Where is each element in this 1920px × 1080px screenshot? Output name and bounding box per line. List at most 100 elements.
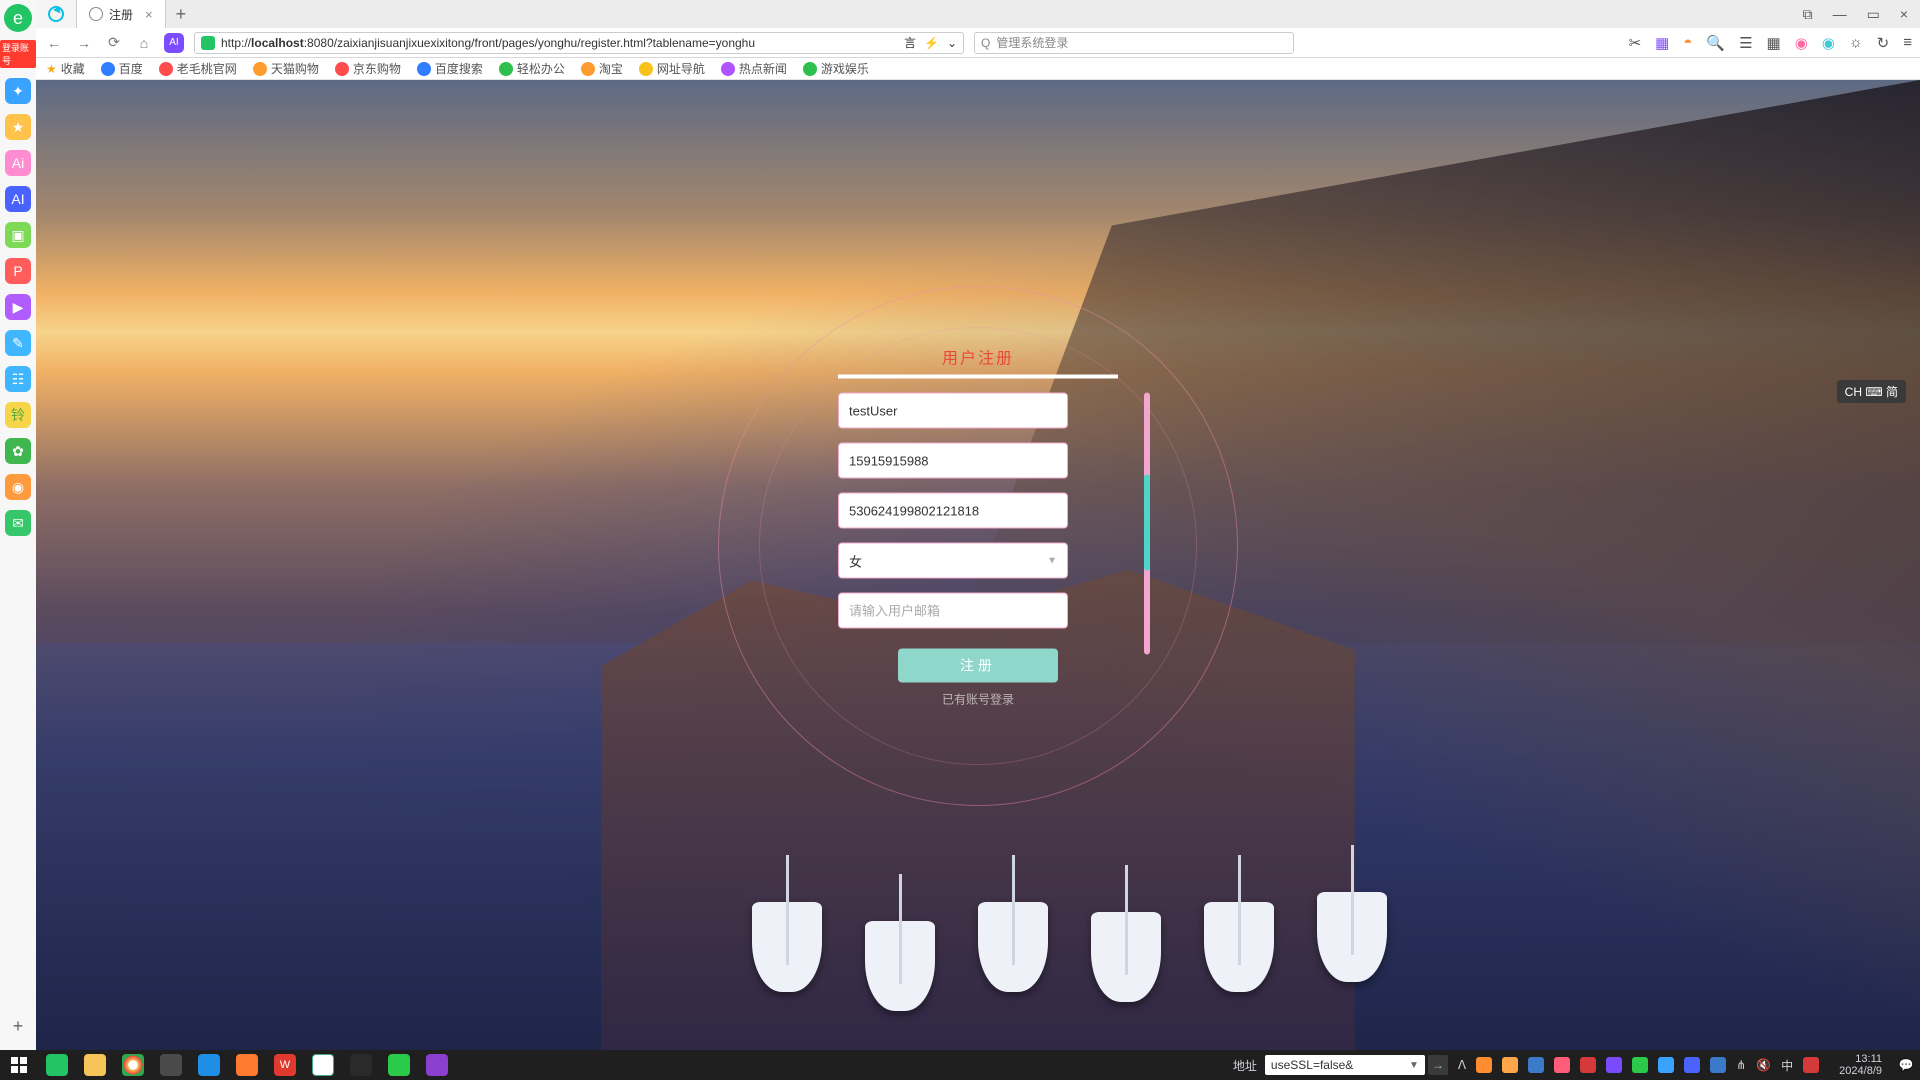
- phone-input[interactable]: [838, 443, 1068, 479]
- bookmark-baidu[interactable]: 百度: [101, 60, 143, 77]
- address-input[interactable]: http://localhost:8080/zaixianjisuanjixue…: [194, 32, 964, 54]
- action-center-icon[interactable]: 💬: [1892, 1058, 1920, 1072]
- dock-app-8[interactable]: ✎: [5, 330, 31, 356]
- tray-icon-10[interactable]: [1710, 1057, 1726, 1073]
- tray-icon-3[interactable]: [1528, 1057, 1544, 1073]
- dock-add-icon[interactable]: +: [13, 1016, 24, 1037]
- tray-icon-9[interactable]: [1684, 1057, 1700, 1073]
- dock-app-9[interactable]: ☷: [5, 366, 31, 392]
- task-app-explorer[interactable]: [76, 1050, 114, 1080]
- form-scrollbar[interactable]: [1144, 393, 1150, 655]
- tray-icon-7[interactable]: [1632, 1057, 1648, 1073]
- url-dropdown-icon[interactable]: ⌄: [947, 36, 957, 50]
- tray-icon-sogou[interactable]: [1803, 1057, 1819, 1073]
- email-input[interactable]: [838, 593, 1068, 629]
- tab-register[interactable]: 注册 ×: [77, 0, 166, 28]
- reload-dropdown-icon[interactable]: ↻: [1877, 34, 1890, 52]
- bookmark-games[interactable]: 游戏娱乐: [803, 60, 869, 77]
- dock-app-3[interactable]: Ai: [5, 150, 31, 176]
- taskbar-clock[interactable]: 13:11 2024/8/9: [1829, 1053, 1892, 1077]
- dock-app-11[interactable]: ✿: [5, 438, 31, 464]
- tray-icon-8[interactable]: [1658, 1057, 1674, 1073]
- zoom-icon[interactable]: 🔍: [1706, 34, 1725, 52]
- dock-app-2[interactable]: ★: [5, 114, 31, 140]
- scissor-icon[interactable]: ✂: [1629, 34, 1642, 52]
- tray-expand-icon[interactable]: ᐱ: [1458, 1058, 1466, 1072]
- bookmark-jd[interactable]: 京东购物: [335, 60, 401, 77]
- login-link[interactable]: 已有账号登录: [838, 691, 1118, 708]
- clock-time: 13:11: [1839, 1053, 1882, 1065]
- login-badge[interactable]: 登录账号: [0, 40, 36, 68]
- tab-home[interactable]: [36, 0, 77, 28]
- browser-logo-icon[interactable]: e: [4, 4, 32, 32]
- dock-app-4[interactable]: AI: [5, 186, 31, 212]
- dock-app-10[interactable]: 铃: [5, 402, 31, 428]
- nav-home-icon[interactable]: ⌂: [134, 33, 154, 53]
- start-button[interactable]: [0, 1050, 38, 1080]
- sidepanel-icon[interactable]: ☰: [1739, 34, 1752, 52]
- dock-app-13[interactable]: ✉: [5, 510, 31, 536]
- window-extension-icon[interactable]: ⧉: [1803, 6, 1813, 23]
- tray-ime-icon[interactable]: 中: [1781, 1057, 1793, 1074]
- dock-app-5[interactable]: ▣: [5, 222, 31, 248]
- lightning-icon[interactable]: ⚡: [924, 36, 939, 50]
- bookmark-news[interactable]: 热点新闻: [721, 60, 787, 77]
- bookmark-office[interactable]: 轻松办公: [499, 60, 565, 77]
- apps-grid-icon[interactable]: ▦: [1767, 34, 1781, 52]
- task-app-wps[interactable]: W: [266, 1050, 304, 1080]
- extensions-icon[interactable]: ▦: [1655, 34, 1669, 52]
- ime-indicator[interactable]: CH ⌨ 简: [1837, 380, 1906, 403]
- window-minimize-icon[interactable]: —: [1833, 6, 1847, 23]
- dock-app-12[interactable]: ◉: [5, 474, 31, 500]
- tab-close-icon[interactable]: ×: [145, 7, 153, 22]
- new-tab-button[interactable]: +: [166, 4, 197, 25]
- dock-app-7[interactable]: ▶: [5, 294, 31, 320]
- tray-icon-1[interactable]: [1476, 1057, 1492, 1073]
- bookmark-laomaotao[interactable]: 老毛桃官网: [159, 60, 237, 77]
- task-app-wechat[interactable]: [380, 1050, 418, 1080]
- gender-select[interactable]: 女 ▼: [838, 543, 1068, 579]
- tool-ring2-icon[interactable]: ◉: [1822, 34, 1835, 52]
- bookmark-fav[interactable]: ★收藏: [46, 60, 85, 77]
- bookmark-nav[interactable]: 网址导航: [639, 60, 705, 77]
- main-menu-icon[interactable]: ≡: [1903, 34, 1912, 51]
- nav-reload-icon[interactable]: ⟳: [104, 33, 124, 53]
- window-maximize-icon[interactable]: ▭: [1867, 6, 1880, 23]
- bookmark-bar: ★收藏 百度 老毛桃官网 天猫购物 京东购物 百度搜索 轻松办公 淘宝 网址导航…: [36, 58, 1920, 80]
- task-app-chrome[interactable]: [114, 1050, 152, 1080]
- window-close-icon[interactable]: ×: [1900, 6, 1908, 23]
- system-tray: ᐱ ⋔ 🔇 中: [1448, 1057, 1829, 1074]
- username-input[interactable]: [838, 393, 1068, 429]
- tray-icon-2[interactable]: [1502, 1057, 1518, 1073]
- task-app-360[interactable]: [38, 1050, 76, 1080]
- tray-icon-4[interactable]: [1554, 1057, 1570, 1073]
- addr-go-button[interactable]: →: [1428, 1055, 1448, 1075]
- task-app-edge[interactable]: [190, 1050, 228, 1080]
- task-app-ide[interactable]: [418, 1050, 456, 1080]
- tray-wifi-icon[interactable]: ⋔: [1736, 1058, 1746, 1072]
- addr-combobox[interactable]: useSSL=false& ▼: [1265, 1055, 1425, 1075]
- dock-app-1[interactable]: ✦: [5, 78, 31, 104]
- tray-volume-icon[interactable]: 🔇: [1756, 1058, 1771, 1072]
- search-input[interactable]: Q 管理系统登录: [974, 32, 1294, 54]
- translate-icon[interactable]: 言: [904, 34, 916, 51]
- idcard-input[interactable]: [838, 493, 1068, 529]
- task-app-sublime[interactable]: [152, 1050, 190, 1080]
- register-button[interactable]: 注册: [898, 649, 1058, 683]
- task-app-todo[interactable]: [304, 1050, 342, 1080]
- bookmark-taobao[interactable]: 淘宝: [581, 60, 623, 77]
- theme-icon[interactable]: ☼: [1849, 34, 1863, 51]
- bookmark-baidusearch[interactable]: 百度搜索: [417, 60, 483, 77]
- bookmark-tmall[interactable]: 天猫购物: [253, 60, 319, 77]
- adblock-icon[interactable]: ◓: [1683, 34, 1692, 51]
- nav-back-icon[interactable]: ←: [44, 33, 64, 53]
- task-app-video[interactable]: [342, 1050, 380, 1080]
- dock-app-6[interactable]: P: [5, 258, 31, 284]
- tool-ring1-icon[interactable]: ◉: [1795, 34, 1808, 52]
- tray-icon-5[interactable]: [1580, 1057, 1596, 1073]
- task-app-orange[interactable]: [228, 1050, 266, 1080]
- nav-forward-icon[interactable]: →: [74, 33, 94, 53]
- tray-icon-6[interactable]: [1606, 1057, 1622, 1073]
- scrollbar-thumb[interactable]: [1144, 475, 1150, 571]
- ai-assistant-icon[interactable]: AI: [164, 33, 184, 53]
